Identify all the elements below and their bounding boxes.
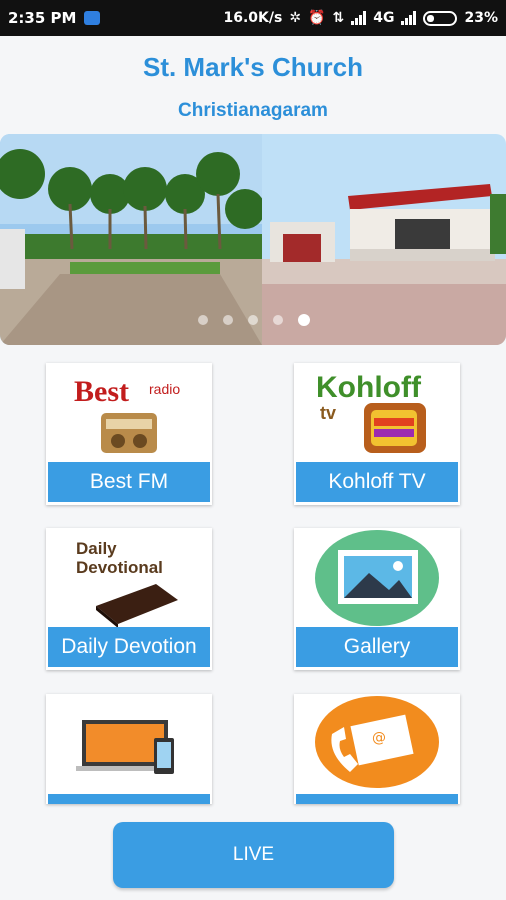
status-bar: 2:35 PM 16.0K/s ✲ ⏰ ⇅ 4G 23% [0, 0, 506, 36]
page-title: St. Mark's Church [142, 52, 363, 82]
signal-icon [351, 11, 367, 25]
tile-label [296, 794, 458, 804]
svg-text:Best: Best [74, 375, 129, 408]
tile-label [48, 794, 210, 804]
battery-icon [423, 10, 458, 26]
tile-label: Gallery [296, 627, 458, 667]
best-radio-logo: Best radio [74, 375, 180, 453]
svg-text:Devotional: Devotional [76, 558, 163, 577]
kohloff-tv-logo: Kohloff tv [316, 371, 426, 453]
svg-text:@: @ [372, 730, 386, 746]
tile-kohloff-tv[interactable]: Kohloff tv Kohloff TV [294, 363, 460, 505]
svg-text:radio: radio [149, 381, 180, 397]
devices-icon [76, 720, 174, 774]
bible-icon: Daily Devotional [76, 539, 178, 628]
image-slider[interactable] [0, 134, 506, 345]
contact-icon: @ [315, 696, 439, 788]
net-speed: 16.0K/s [223, 10, 283, 26]
tile-label: Best FM [48, 462, 210, 502]
slide-image-garden [0, 134, 265, 345]
tile-gallery[interactable]: Gallery [294, 528, 460, 670]
tile-devices[interactable] [46, 694, 212, 804]
data-saver-icon: ✲ [289, 10, 302, 26]
slide-image-stage [262, 134, 506, 345]
svg-text:tv: tv [320, 403, 336, 423]
battery-level: 23% [464, 10, 498, 26]
tile-contact[interactable]: @ [294, 694, 460, 804]
signal-icon-2 [401, 11, 417, 25]
status-icons: 16.0K/s ✲ ⏰ ⇅ 4G 23% [224, 10, 499, 26]
gallery-icon [315, 530, 439, 626]
notification-icon [84, 11, 101, 25]
tile-label: Kohloff TV [296, 462, 458, 502]
status-time: 2:35 PM [8, 9, 77, 27]
page-subtitle: Christianagaram [178, 100, 328, 121]
tile-best-fm[interactable]: Best radio Best FM [46, 363, 212, 505]
alarm-icon: ⏰ [308, 10, 326, 26]
svg-text:Daily: Daily [76, 539, 117, 558]
data-transfer-icon: ⇅ [332, 10, 345, 26]
tile-label: Daily Devotion [48, 627, 210, 667]
live-button[interactable]: LIVE [113, 822, 394, 888]
tile-daily-devotion[interactable]: Daily Devotional Daily Devotion [46, 528, 212, 670]
svg-text:Kohloff: Kohloff [316, 371, 422, 404]
network-type: 4G [373, 10, 395, 26]
